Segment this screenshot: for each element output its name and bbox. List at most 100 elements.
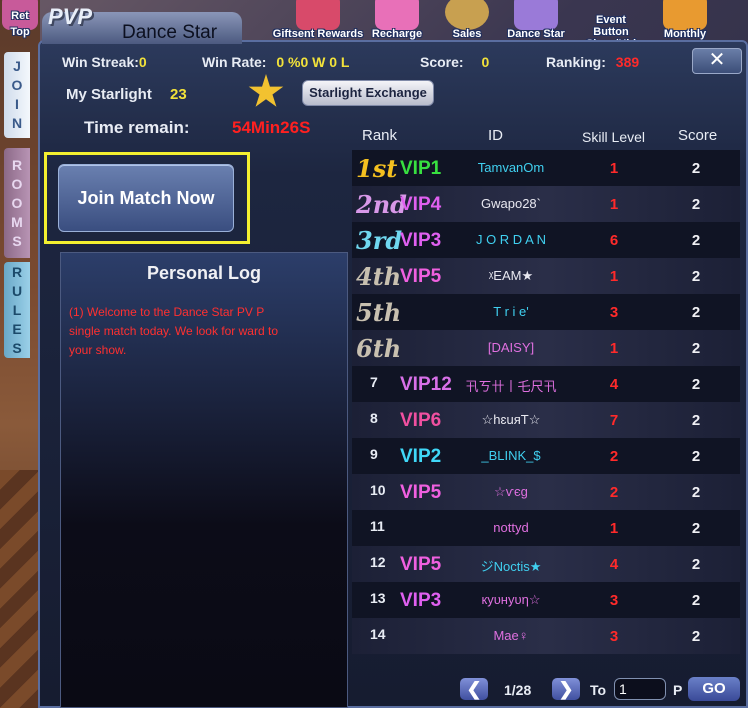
ranking-label: Ranking: [546,54,606,70]
player-id-cell[interactable]: ᵡEAM★ [448,268,574,284]
table-row[interactable]: 8 VIP6 ☆hɛuяT☆ 7 2 [352,402,740,438]
player-id-cell[interactable]: Mae♀ [448,628,574,643]
top-menu-label: Monthly [663,28,707,40]
rank-cell: 6th [356,334,402,363]
header-score: Score [678,127,718,144]
page-indicator: 1/28 [504,682,532,698]
score-cell: 2 [691,448,701,465]
skill-level-cell: 1 [609,520,619,537]
player-id-cell[interactable]: Gwapo28` [448,196,574,211]
tab-join[interactable]: J O I N [4,52,30,138]
table-row[interactable]: 14 Mae♀ 3 2 [352,618,740,654]
skill-level-cell: 3 [609,304,619,321]
top-menu-item-giftsent[interactable]: Giftsent Rewards [268,0,368,44]
player-id-cell[interactable]: J O R D A N [448,232,574,247]
win-streak: Win Streak:0 [62,54,147,70]
vip-badge: VIP2 [400,446,442,467]
tab-letter: U [11,282,23,299]
tab-letter: S [12,232,22,249]
tab-rules[interactable]: R U L E S [4,262,30,358]
top-menu-item-ret[interactable]: Ret Top [0,0,40,44]
win-rate-label: Win Rate: [202,54,267,70]
rank-cell: 5th [356,298,402,327]
score-cell: 2 [691,412,701,429]
time-remain-value: 54Min26S [232,118,311,137]
rank-cell: 1st [356,154,398,183]
score-cell: 2 [691,556,701,573]
score-cell: 2 [691,592,701,609]
skill-level-cell: 2 [609,448,619,465]
personal-log-text: (1) Welcome to the Dance Star PV P singl… [69,305,278,357]
skill-level-cell: 1 [609,340,619,357]
rank-cell: 3rd [356,226,403,255]
skill-level-cell: 1 [609,160,619,177]
player-id-cell[interactable]: кyυнyυη☆ [448,592,574,608]
player-id-cell[interactable]: ☆hɛuяT☆ [448,412,574,428]
tab-letter: O [11,77,23,93]
top-menu-item-recharge[interactable]: Recharge [366,0,428,44]
skill-level-cell: 4 [609,556,619,573]
top-menu-label: Ret [11,10,29,22]
player-id-cell[interactable]: [DAISY] [448,340,574,355]
tab-letter: O [11,194,23,211]
starlight-exchange-button[interactable]: Starlight Exchange [302,80,434,106]
player-id-cell[interactable]: 卂ㄎ卄丨乇尺卂 [448,376,574,395]
rank-cell: 11 [370,518,385,534]
top-menu-item-dance-star[interactable]: Dance Star [500,0,572,44]
top-menu-item-monthly[interactable]: Monthly [656,0,714,44]
top-menu-sublabel: Top [10,26,30,38]
vip-badge: VIP5 [400,482,442,503]
rank-cell: 12 [370,554,386,570]
tab-letter: N [11,115,23,131]
rank-cell: 10 [370,482,386,498]
table-row[interactable]: 10 VIP5 ☆ѵєg 2 2 [352,474,740,510]
go-button[interactable]: GO [688,677,740,701]
time-remain-label: Time remain: [84,118,190,137]
win-streak-label: Win Streak: [62,54,139,70]
score-cell: 2 [691,160,701,177]
table-row[interactable]: 13 VIP3 кyυнyυη☆ 3 2 [352,582,740,618]
tab-letter: L [12,301,22,318]
score-cell: 2 [691,304,701,321]
player-id-cell[interactable]: ☆ѵєg [448,484,574,500]
next-page-button[interactable]: ❯ [552,678,580,700]
window-title: Dance Star [122,22,218,43]
vip-badge: VIP5 [400,266,442,287]
score-cell: 2 [691,268,701,285]
win-rate: Win Rate: 0 %0 W 0 L [202,54,349,70]
close-button[interactable]: ✕ [692,48,742,74]
table-row[interactable]: 9 VIP2 _BLINK_$ 2 2 [352,438,740,474]
ranking-value: 389 [615,54,640,70]
rank-cell: 8 [370,410,378,426]
score-cell: 2 [691,196,701,213]
player-id-cell[interactable]: ジNoctis★ [448,556,574,575]
ranking: Ranking: 389 [546,54,639,70]
player-id-cell[interactable]: TamvanOm [448,160,574,175]
table-row[interactable]: 5th T r i e' 3 2 [352,294,740,330]
table-row[interactable]: 3rd VIP3 J O R D A N 6 2 [352,222,740,258]
page-number-input[interactable] [614,678,666,700]
player-id-cell[interactable]: nottyd [448,520,574,535]
rank-cell: 7 [370,374,378,390]
player-id-cell[interactable]: _BLINK_$ [448,448,574,463]
join-match-now-button[interactable]: Join Match Now [58,164,234,232]
tab-letter: R [11,263,23,280]
top-menu-item-event-button[interactable]: Event Button Show/Hid [580,0,642,50]
table-row[interactable]: 1st VIP1 TamvanOm 1 2 [352,150,740,186]
player-id-cell[interactable]: T r i e' [448,304,574,319]
table-row[interactable]: 2nd VIP4 Gwapo28` 1 2 [352,186,740,222]
top-menu-item-sales[interactable]: Sales [440,0,494,44]
tab-rooms[interactable]: R O O M S [4,148,30,258]
table-row[interactable]: 12 VIP5 ジNoctis★ 4 2 [352,546,740,582]
header-rank: Rank [362,127,398,144]
table-row[interactable]: 4th VIP5 ᵡEAM★ 1 2 [352,258,740,294]
score-cell: 2 [691,520,701,537]
table-row[interactable]: 6th [DAISY] 1 2 [352,330,740,366]
top-menu-label: Recharge [371,28,423,40]
skill-level-cell: 1 [609,268,619,285]
table-row[interactable]: 11 nottyd 1 2 [352,510,740,546]
table-row[interactable]: 7 VIP12 卂ㄎ卄丨乇尺卂 4 2 [352,366,740,402]
top-menu-label: Giftsent Rewards [272,28,364,40]
skill-level-cell: 6 [609,232,619,249]
prev-page-button[interactable]: ❮ [460,678,488,700]
